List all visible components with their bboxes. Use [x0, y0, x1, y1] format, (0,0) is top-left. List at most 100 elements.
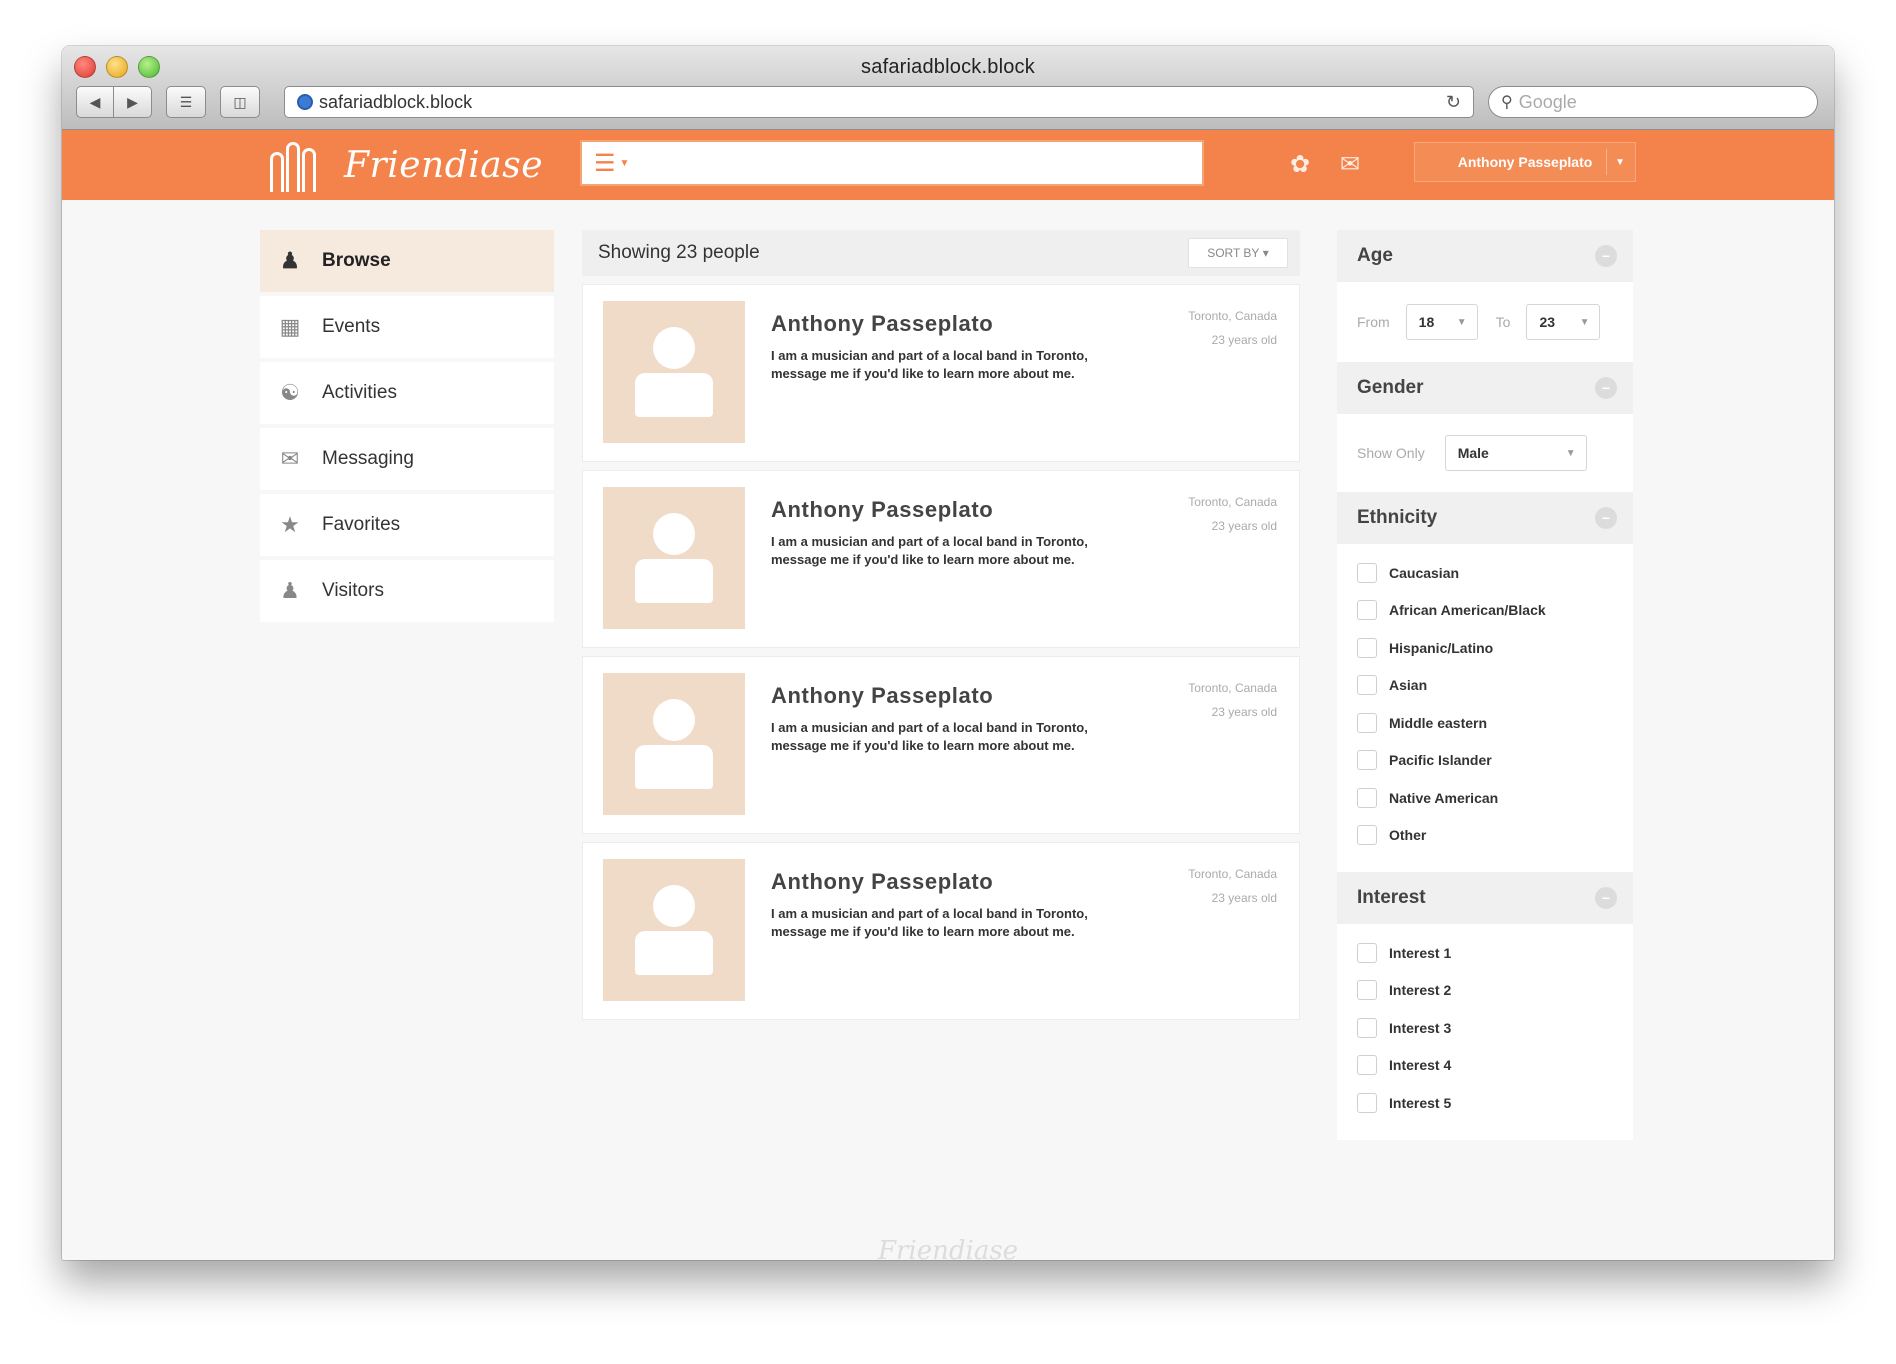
age-to-select[interactable]: 23 ▼ — [1526, 304, 1601, 340]
browser-search-field[interactable]: ⚲ Google — [1488, 86, 1818, 118]
option-label: Pacific Islander — [1389, 752, 1492, 769]
filter-gender-header[interactable]: Gender − — [1337, 362, 1633, 414]
collapse-icon[interactable]: − — [1595, 887, 1617, 909]
interest-option[interactable]: Interest 3 — [1357, 1009, 1613, 1047]
sidebar-item-activities[interactable]: ☯ Activities — [260, 362, 554, 424]
sort-by-dropdown[interactable]: SORT BY ▾ — [1188, 238, 1288, 268]
checkbox[interactable] — [1357, 942, 1377, 963]
collapse-icon[interactable]: − — [1595, 245, 1617, 267]
checkbox[interactable] — [1357, 562, 1377, 583]
person-icon: ♟ — [280, 248, 300, 273]
sidebar-item-browse[interactable]: ♟ Browse — [260, 230, 554, 292]
notifications-icon[interactable]: ✿ — [1290, 150, 1310, 179]
results-panel: Showing 23 people SORT BY ▾ Anthony Pass… — [582, 230, 1300, 1020]
reader-button[interactable]: ☰ — [166, 86, 206, 118]
globe-icon — [297, 94, 313, 110]
messages-icon[interactable]: ✉ — [1340, 150, 1360, 179]
chevron-down-icon: ▼ — [1615, 156, 1625, 168]
sidebar-item-visitors[interactable]: ♟ Visitors — [260, 560, 554, 622]
checkbox[interactable] — [1357, 712, 1377, 733]
option-label: Middle eastern — [1389, 714, 1488, 731]
ethnicity-option[interactable]: Middle eastern — [1357, 704, 1613, 742]
option-label: Other — [1389, 827, 1427, 844]
person-card[interactable]: Anthony Passeplato I am a musician and p… — [582, 842, 1300, 1020]
ethnicity-option[interactable]: African American/Black — [1357, 592, 1613, 630]
age-from-value: 18 — [1418, 314, 1435, 330]
person-bio: I am a musician and part of a local band… — [771, 348, 1088, 381]
user-menu-button[interactable]: Anthony Passeplato ▼ — [1414, 142, 1636, 182]
interest-option[interactable]: Interest 1 — [1357, 934, 1613, 972]
person-age: 23 years old — [1211, 705, 1277, 719]
filter-interest-header[interactable]: Interest − — [1337, 872, 1633, 924]
forward-button[interactable]: ▶ — [114, 86, 152, 118]
logo[interactable]: Friendiase — [270, 138, 543, 192]
checkbox[interactable] — [1357, 787, 1377, 808]
age-to-label: To — [1495, 314, 1511, 330]
checkbox[interactable] — [1357, 980, 1377, 1001]
header-search-box: ☰ ▼ — [580, 140, 1204, 186]
envelope-icon: ✉ — [280, 446, 300, 471]
checkbox[interactable] — [1357, 600, 1377, 621]
person-location: Toronto, Canada — [1188, 867, 1277, 881]
ethnicity-option[interactable]: Pacific Islander — [1357, 742, 1613, 780]
person-name[interactable]: Anthony Passeplato — [771, 311, 993, 337]
filter-title: Interest — [1357, 887, 1426, 908]
sidebar-item-messaging[interactable]: ✉ Messaging — [260, 428, 554, 490]
person-age: 23 years old — [1211, 891, 1277, 905]
ethnicity-option[interactable]: Asian — [1357, 667, 1613, 705]
collapse-icon[interactable]: − — [1595, 507, 1617, 529]
ethnicity-option[interactable]: Caucasian — [1357, 554, 1613, 592]
people-icon: ♟ — [280, 578, 300, 603]
ethnicity-option[interactable]: Hispanic/Latino — [1357, 629, 1613, 667]
option-label: Interest 2 — [1389, 982, 1452, 999]
interest-option[interactable]: Interest 4 — [1357, 1047, 1613, 1085]
person-name[interactable]: Anthony Passeplato — [771, 683, 993, 709]
checkbox[interactable] — [1357, 637, 1377, 658]
filter-ethnicity-header[interactable]: Ethnicity − — [1337, 492, 1633, 544]
filter-age-header[interactable]: Age − — [1337, 230, 1633, 282]
person-location: Toronto, Canada — [1188, 681, 1277, 695]
interest-option[interactable]: Interest 2 — [1357, 972, 1613, 1010]
person-bio: I am a musician and part of a local band… — [771, 534, 1088, 567]
ethnicity-option[interactable]: Native American — [1357, 779, 1613, 817]
option-label: Native American — [1389, 789, 1499, 806]
option-label: Interest 3 — [1389, 1019, 1452, 1036]
user-menu-divider — [1606, 149, 1607, 175]
footer-logo-text: Friendiase — [877, 1236, 1019, 1260]
person-name[interactable]: Anthony Passeplato — [771, 497, 993, 523]
person-card[interactable]: Anthony Passeplato I am a musician and p… — [582, 284, 1300, 462]
ethnicity-options: Caucasian African American/Black Hispani… — [1337, 544, 1633, 872]
app-header: Friendiase ☰ ▼ ✿ ✉ Anthony Passeplato ▼ — [62, 130, 1834, 200]
star-icon: ★ — [280, 512, 300, 537]
address-bar[interactable]: safariadblock.block ↻ — [284, 86, 1474, 118]
person-card[interactable]: Anthony Passeplato I am a musician and p… — [582, 470, 1300, 648]
menu-icon[interactable]: ☰ — [594, 149, 616, 178]
bookmarks-button[interactable]: ◫ — [220, 86, 260, 118]
age-from-select[interactable]: 18 ▼ — [1405, 304, 1478, 340]
collapse-icon[interactable]: − — [1595, 377, 1617, 399]
header-search-input[interactable] — [639, 154, 1202, 172]
checkbox[interactable] — [1357, 1055, 1377, 1076]
option-label: Caucasian — [1389, 564, 1460, 581]
back-button[interactable]: ◀ — [76, 86, 114, 118]
checkbox[interactable] — [1357, 750, 1377, 771]
checkbox[interactable] — [1357, 825, 1377, 846]
filter-title: Ethnicity — [1357, 507, 1438, 528]
ethnicity-option[interactable]: Other — [1357, 817, 1613, 855]
gender-select[interactable]: Male ▼ — [1444, 435, 1587, 471]
sidebar-nav: ♟ Browse ▦ Events ☯ Activities ✉ Messagi… — [260, 230, 554, 626]
forward-arrow-icon: ▶ — [127, 93, 138, 110]
checkbox[interactable] — [1357, 675, 1377, 696]
person-name[interactable]: Anthony Passeplato — [771, 869, 993, 895]
reload-icon[interactable]: ↻ — [1446, 92, 1461, 113]
results-count: Showing 23 people — [598, 242, 760, 263]
person-location: Toronto, Canada — [1188, 495, 1277, 509]
walking-icon: ☯ — [280, 380, 300, 405]
person-card[interactable]: Anthony Passeplato I am a musician and p… — [582, 656, 1300, 834]
checkbox[interactable] — [1357, 1017, 1377, 1038]
checkbox[interactable] — [1357, 1092, 1377, 1113]
interest-option[interactable]: Interest 5 — [1357, 1084, 1613, 1122]
sidebar-item-events[interactable]: ▦ Events — [260, 296, 554, 358]
sidebar-item-label: Activities — [322, 382, 397, 403]
sidebar-item-favorites[interactable]: ★ Favorites — [260, 494, 554, 556]
